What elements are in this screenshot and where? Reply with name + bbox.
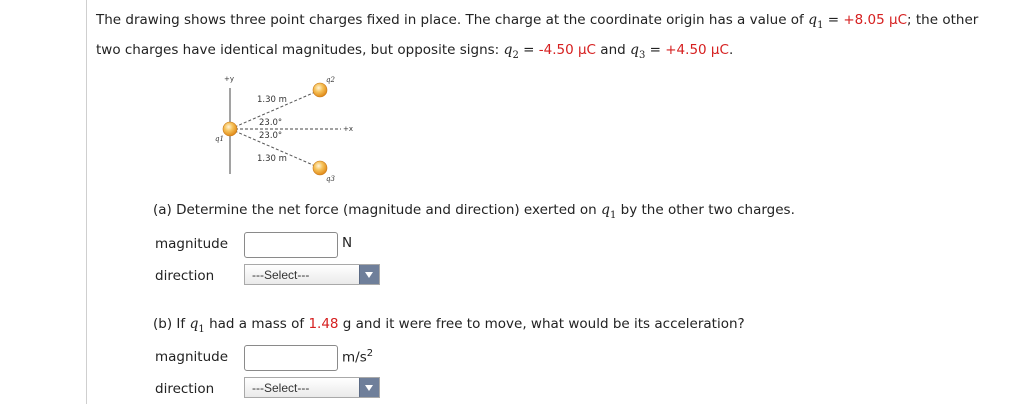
charges-diagram: +y +x 1.30 m 23.0° 23.0° 1.30 m q1 q2 q3 xyxy=(215,75,353,183)
angle-top-label: 23.0° xyxy=(259,118,282,128)
y-axis-label: +y xyxy=(224,75,234,83)
q3-symbol: q3 xyxy=(630,41,646,61)
part-b-magnitude-input[interactable] xyxy=(244,345,338,371)
q1-charge xyxy=(222,121,238,137)
q3-charge xyxy=(312,160,328,176)
part-b-unit: m/s2 xyxy=(342,348,374,366)
q1-value: +8.05 µC xyxy=(843,12,908,28)
q3-label: q3 xyxy=(326,175,335,183)
magnitude-label: magnitude xyxy=(155,349,229,365)
select-value: ---Select--- xyxy=(252,268,310,282)
q1-symbol: q1 xyxy=(808,12,824,31)
part-b-question: (b) If q1 had a mass of 1.48 g and it we… xyxy=(153,316,745,335)
part-a-question: (a) Determine the net force (magnitude a… xyxy=(153,202,795,221)
q2-charge xyxy=(312,82,328,98)
q1-symbol: q1 xyxy=(189,316,205,335)
q2-symbol: q2 xyxy=(503,41,519,61)
direction-label: direction xyxy=(155,381,215,397)
part-b-direction-select[interactable]: ---Select--- xyxy=(244,377,380,398)
x-axis-label: +x xyxy=(343,125,353,133)
q1-symbol: q1 xyxy=(601,202,617,221)
part-a-direction-select[interactable]: ---Select--- xyxy=(244,264,380,285)
q1-label: q1 xyxy=(215,135,224,143)
q2-value: -4.50 µC xyxy=(538,41,596,58)
problem-line-1: The drawing shows three point charges fi… xyxy=(96,12,979,31)
problem-text: The drawing shows three point charges fi… xyxy=(96,12,804,28)
q2-label: q2 xyxy=(326,76,335,84)
q3-value: +4.50 µC xyxy=(665,41,729,58)
problem-statement: The drawing shows three point charges fi… xyxy=(96,8,1021,68)
chevron-down-icon[interactable] xyxy=(359,378,379,397)
angle-bottom-label: 23.0° xyxy=(259,131,282,141)
mass-value: 1.48 xyxy=(308,316,339,332)
distance-top-label: 1.30 m xyxy=(257,95,287,105)
part-a-magnitude-input[interactable] xyxy=(244,232,338,258)
distance-bottom-label: 1.30 m xyxy=(257,154,287,164)
part-a-unit: N xyxy=(342,235,353,251)
magnitude-label: magnitude xyxy=(155,236,229,252)
direction-label: direction xyxy=(155,268,215,284)
select-value: ---Select--- xyxy=(252,381,310,395)
chevron-down-icon[interactable] xyxy=(359,265,379,284)
problem-line-2: two charges have identical magnitudes, b… xyxy=(96,41,734,61)
